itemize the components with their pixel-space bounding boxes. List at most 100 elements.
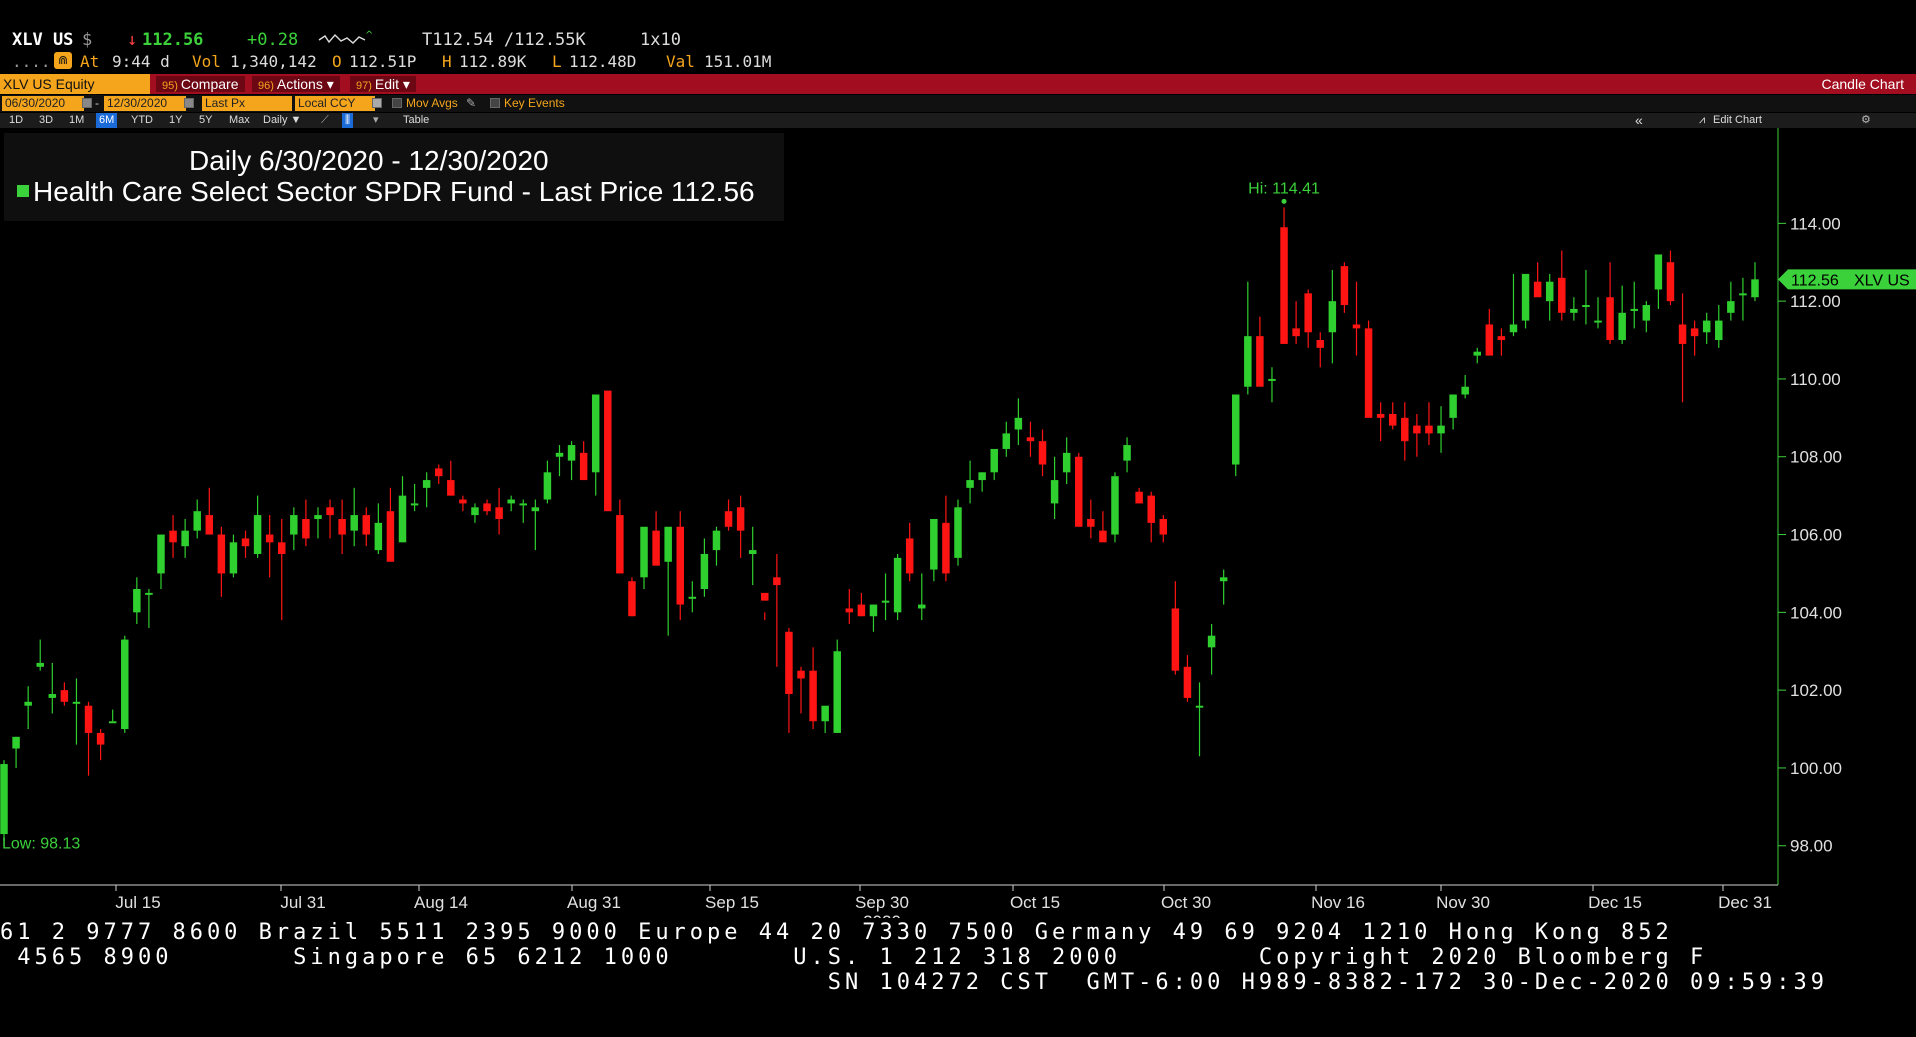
candle [1195, 682, 1204, 757]
candle-body [1111, 476, 1119, 535]
candle-body [1437, 425, 1445, 434]
currency: $ [82, 30, 93, 50]
candle-body [1715, 320, 1723, 341]
candle [1437, 406, 1445, 453]
dropdown-icon[interactable]: ▾ [370, 113, 382, 128]
table-button[interactable]: Table [400, 113, 432, 128]
x-tick-label: Dec 31 [1718, 893, 1772, 912]
compare-button[interactable]: 95) Compare [156, 76, 245, 92]
candle [567, 441, 576, 481]
candle-body [108, 721, 117, 724]
candle [531, 499, 540, 551]
last-price-tag-value: 112.56 [1791, 272, 1839, 289]
candle [1497, 328, 1506, 356]
lock-icon[interactable]: ⋒ [54, 52, 72, 69]
candle-body [1135, 491, 1143, 504]
range-max[interactable]: Max [226, 113, 253, 128]
candle-body [1062, 452, 1071, 473]
candle [1413, 413, 1421, 457]
down-arrow-icon: ↓ [127, 30, 138, 50]
end-date-input[interactable]: 12/30/2020 [104, 96, 186, 111]
candle [193, 499, 201, 539]
candle [700, 538, 709, 597]
gear-icon[interactable]: ⚙ [1858, 113, 1874, 128]
candle [121, 635, 129, 733]
edit-chart-button[interactable]: Edit Chart [1710, 113, 1765, 128]
range-3d[interactable]: 3D [36, 113, 56, 128]
candle [326, 499, 334, 539]
chart-icon[interactable]: ⩘ [1696, 113, 1708, 128]
candle-body [326, 507, 334, 516]
line-chart-icon[interactable]: ⟋ [318, 113, 332, 128]
range-1y[interactable]: 1Y [166, 113, 185, 128]
candle [797, 666, 805, 714]
edit-menu[interactable]: 97) Edit ▾ [350, 76, 416, 92]
candle-body [314, 515, 322, 519]
candle-chart-icon[interactable]: ⫼ [342, 113, 354, 128]
candle [1401, 402, 1409, 461]
candle [1002, 421, 1011, 457]
candle-body [591, 394, 600, 473]
candle [1606, 262, 1614, 344]
y-tick-label: 110.00 [1790, 370, 1841, 389]
candle [1509, 273, 1518, 337]
candle [809, 647, 817, 730]
calendar-icon[interactable] [184, 98, 194, 108]
candle-body [1195, 705, 1204, 708]
candle [434, 464, 443, 484]
candle-body [1533, 281, 1542, 298]
candle-body [688, 596, 697, 599]
mov-avgs-label[interactable]: Mov Avgs [406, 96, 458, 111]
ticker[interactable]: XLV US [12, 30, 73, 50]
field-select[interactable]: Last Px [202, 96, 292, 111]
candle [1678, 293, 1687, 403]
candle-chart[interactable]: 114.00 112.00 110.00 108.00 106.00 104.00 102.… [0, 128, 1916, 918]
candle [1087, 499, 1095, 539]
key-events-checkbox[interactable] [490, 98, 500, 108]
range-5y[interactable]: 5Y [196, 113, 215, 128]
candle [1642, 301, 1651, 333]
candle [1111, 472, 1119, 543]
sparkline-icon: ^ [317, 30, 373, 53]
candle-body [205, 515, 214, 535]
frequency-select[interactable]: Daily ▼ [260, 113, 304, 128]
candle [1123, 437, 1131, 473]
candle-body [96, 732, 105, 745]
candle [1280, 207, 1288, 344]
candle [447, 460, 455, 496]
pencil-icon[interactable]: ✎ [466, 96, 476, 110]
range-1d[interactable]: 1D [6, 113, 26, 128]
range-1m[interactable]: 1M [66, 113, 87, 128]
candle [869, 604, 878, 632]
candle [60, 682, 69, 706]
candle-body [736, 507, 745, 531]
actions-menu[interactable]: 96) Actions ▾ [252, 76, 340, 92]
candle [410, 483, 419, 512]
mov-avgs-checkbox[interactable] [392, 98, 402, 108]
y-tick-label: 112.00 [1790, 292, 1841, 311]
candle-body [217, 534, 226, 574]
range-ytd[interactable]: YTD [128, 113, 156, 128]
candle [1099, 511, 1107, 543]
candle [1425, 402, 1433, 446]
range-6m[interactable]: 6M [96, 113, 118, 128]
candle-body [1147, 495, 1155, 523]
candle-body [1473, 351, 1481, 356]
candle-body [893, 557, 902, 613]
candle [628, 577, 636, 617]
collapse-icon[interactable]: « [1632, 113, 1646, 128]
security-field[interactable]: XLV US Equity [0, 74, 150, 94]
currency-select[interactable]: Local CCY [295, 96, 375, 111]
key-events-label[interactable]: Key Events [504, 96, 565, 111]
candle-body [1340, 266, 1349, 306]
y-tick-label: 102.00 [1790, 681, 1842, 700]
net-change: +0.28 [247, 30, 299, 50]
calendar-icon[interactable] [82, 98, 92, 108]
dropdown-icon[interactable] [372, 98, 382, 108]
candle-body [1606, 297, 1614, 341]
start-date-input[interactable]: 06/30/2020 [2, 96, 84, 111]
candle [1376, 402, 1385, 442]
candle-body [471, 507, 479, 516]
candle-body [1352, 324, 1361, 329]
candle-body [483, 503, 491, 512]
